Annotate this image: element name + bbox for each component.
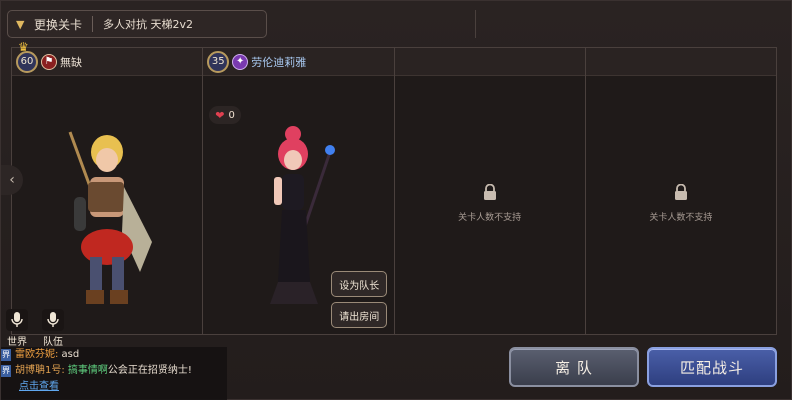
view-link[interactable]: 点击查看 <box>1 381 59 392</box>
heart-icon: ❤ <box>215 108 225 122</box>
divider <box>92 16 94 32</box>
shield-class-icon: ⚑ <box>41 53 57 70</box>
chat-highlight: 搞事情啊 <box>64 365 108 376</box>
locked-slot: 关卡人数不支持 <box>395 183 585 223</box>
lock-icon <box>483 183 496 200</box>
voice-team-label: 队伍 <box>43 337 63 348</box>
player-name: 無缺 <box>60 55 82 69</box>
kick-player-button[interactable]: 请出房间 <box>331 302 388 328</box>
voice-team-button[interactable]: 队伍 <box>37 309 69 348</box>
party-slot-2[interactable]: 35 ✦ 劳伦迪莉雅 ❤ 0 设为队长 请出房间 <box>203 48 395 334</box>
slot-header: 60 ⚑ 無缺 <box>12 48 203 76</box>
leave-team-button[interactable]: 离 队 <box>509 347 639 387</box>
like-counter[interactable]: ❤ 0 <box>209 106 241 124</box>
lock-icon <box>674 183 687 200</box>
slot-header <box>394 48 585 76</box>
chat-message: 界胡博聃1号: 搞事情啊公会正在招贤纳士! <box>1 363 227 379</box>
channel-tag: 界 <box>1 349 11 361</box>
microphone-icon <box>42 309 64 331</box>
chevron-down-icon: ▼ <box>16 17 25 31</box>
microphone-icon <box>6 309 28 331</box>
chat-text: asd <box>58 349 80 360</box>
divider <box>475 10 476 38</box>
chat-speaker[interactable]: 雷欧芬妮: <box>15 349 58 360</box>
set-leader-button[interactable]: 设为队长 <box>331 271 388 297</box>
chat-message: 界雷欧芬妮: asd <box>1 347 227 363</box>
party-slots: ♛ 60 ⚑ 無缺 35 ✦ 劳伦迪莉雅 ❤ 0 设为队长 请出房间 关卡人数不… <box>11 40 777 335</box>
chat-text: 公会正在招贤纳士! <box>107 365 192 376</box>
locked-slot: 关卡人数不支持 <box>586 183 776 223</box>
stage-selector[interactable]: ▼ 更换关卡 多人对抗 天梯2v2 <box>7 10 267 38</box>
locked-slot-text: 关卡人数不支持 <box>458 213 522 223</box>
slot-header: 35 ✦ 劳伦迪莉雅 <box>203 48 394 76</box>
wand-class-icon: ✦ <box>232 53 249 70</box>
slot-header <box>585 48 776 76</box>
change-stage-label: 更换关卡 <box>34 17 83 32</box>
chat-speaker[interactable]: 胡博聃1号: <box>15 365 65 376</box>
player-name: 劳伦迪莉雅 <box>251 55 307 69</box>
chat-message: 点击查看 <box>1 379 227 395</box>
channel-tag: 界 <box>1 365 11 377</box>
crown-icon: ♛ <box>18 40 29 54</box>
locked-slot-text: 关卡人数不支持 <box>649 213 713 223</box>
room-window: ▼ 更换关卡 多人对抗 天梯2v2 ♛ 60 ⚑ 無缺 35 ✦ 劳伦迪莉雅 ❤… <box>0 0 792 400</box>
party-slot-3: 关卡人数不支持 <box>394 48 586 334</box>
chevron-left-icon: ‹ <box>9 172 15 188</box>
character-avatar <box>68 131 153 304</box>
level-badge: 35 <box>207 50 230 73</box>
party-slot-4: 关卡人数不支持 <box>585 48 776 334</box>
party-slot-1[interactable]: ♛ 60 ⚑ 無缺 <box>12 40 204 334</box>
voice-world-label: 世界 <box>7 337 27 348</box>
like-count: 0 <box>228 109 235 121</box>
stage-name: 多人对抗 天梯2v2 <box>103 18 194 31</box>
match-battle-button[interactable]: 匹配战斗 <box>647 347 777 387</box>
voice-world-button[interactable]: 世界 <box>1 309 33 348</box>
chat-box[interactable]: 界雷欧芬妮: asd 界胡博聃1号: 搞事情啊公会正在招贤纳士! 点击查看 <box>1 347 227 400</box>
